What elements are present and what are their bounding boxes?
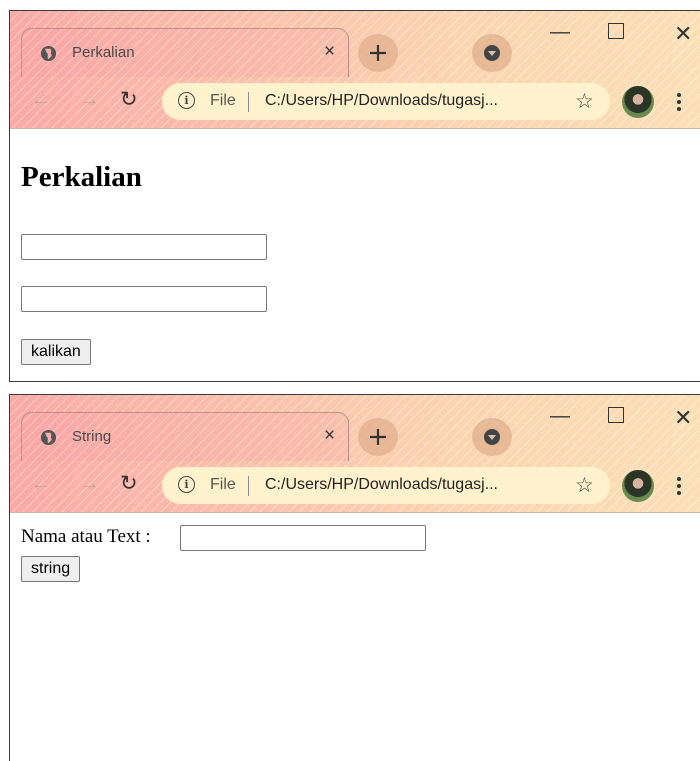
close-icon[interactable]: ×: [324, 41, 335, 63]
address-separator: [248, 92, 249, 112]
reload-icon[interactable]: ↻: [120, 88, 138, 112]
address-bar[interactable]: i File C:/Users/HP/Downloads/tugasj... ☆: [162, 467, 610, 504]
menu-icon[interactable]: [677, 477, 681, 498]
star-icon[interactable]: ☆: [575, 473, 594, 498]
forward-icon[interactable]: →: [78, 471, 100, 495]
new-tab-icon: [370, 429, 386, 445]
browser-window-string: String × — ✕ ← → ↻ i File C:/Users/HP/Do…: [9, 394, 700, 761]
maximize-icon[interactable]: [608, 23, 624, 39]
forward-icon[interactable]: →: [78, 87, 100, 111]
browser-chrome: String × — ✕ ← → ↻ i File C:/Users/HP/Do…: [10, 395, 700, 513]
scheme-label: File: [210, 92, 236, 109]
back-icon[interactable]: ←: [30, 87, 52, 111]
globe-icon: [40, 429, 57, 446]
back-icon[interactable]: ←: [30, 471, 52, 495]
number-input-2[interactable]: [21, 286, 267, 312]
globe-icon: [40, 45, 57, 62]
star-icon[interactable]: ☆: [575, 89, 594, 114]
avatar[interactable]: [622, 470, 654, 502]
browser-chrome: Perkalian × — ✕ ← → ↻ i File C:/Users/HP…: [10, 11, 700, 129]
maximize-icon[interactable]: [608, 407, 624, 423]
info-icon[interactable]: i: [178, 476, 195, 493]
scheme-label: File: [210, 476, 236, 493]
reload-icon[interactable]: ↻: [120, 472, 138, 496]
window-close-icon[interactable]: ✕: [674, 405, 692, 431]
tab-string[interactable]: String ×: [21, 412, 349, 461]
tab-title: Perkalian: [72, 44, 135, 61]
page-content: Perkalian kalikan: [10, 129, 700, 381]
new-tab-button[interactable]: [358, 34, 398, 72]
new-tab-icon: [370, 45, 386, 61]
number-input-1[interactable]: [21, 234, 267, 260]
page-title: Perkalian: [21, 161, 142, 193]
string-button[interactable]: string: [21, 556, 81, 582]
new-tab-button[interactable]: [358, 418, 398, 456]
profile-menu-button[interactable]: [472, 418, 512, 456]
text-field-label: Nama atau Text :: [21, 526, 151, 547]
minimize-icon[interactable]: —: [550, 405, 570, 428]
menu-icon[interactable]: [677, 93, 681, 114]
minimize-icon[interactable]: —: [550, 21, 570, 44]
avatar[interactable]: [622, 86, 654, 118]
profile-menu-icon: [484, 45, 500, 61]
address-bar[interactable]: i File C:/Users/HP/Downloads/tugasj... ☆: [162, 83, 610, 120]
text-input[interactable]: [180, 525, 426, 551]
url-text[interactable]: C:/Users/HP/Downloads/tugasj...: [265, 476, 498, 494]
window-close-icon[interactable]: ✕: [674, 21, 692, 47]
close-icon[interactable]: ×: [324, 425, 335, 447]
browser-window-perkalian: Perkalian × — ✕ ← → ↻ i File C:/Users/HP…: [9, 10, 700, 382]
kalikan-button[interactable]: kalikan: [21, 339, 91, 365]
profile-menu-button[interactable]: [472, 34, 512, 72]
profile-menu-icon: [484, 429, 500, 445]
address-separator: [248, 476, 249, 496]
url-text[interactable]: C:/Users/HP/Downloads/tugasj...: [265, 92, 498, 110]
tab-perkalian[interactable]: Perkalian ×: [21, 28, 349, 77]
info-icon[interactable]: i: [178, 92, 195, 109]
tab-title: String: [72, 428, 112, 445]
page-content: Nama atau Text : string: [10, 513, 700, 761]
